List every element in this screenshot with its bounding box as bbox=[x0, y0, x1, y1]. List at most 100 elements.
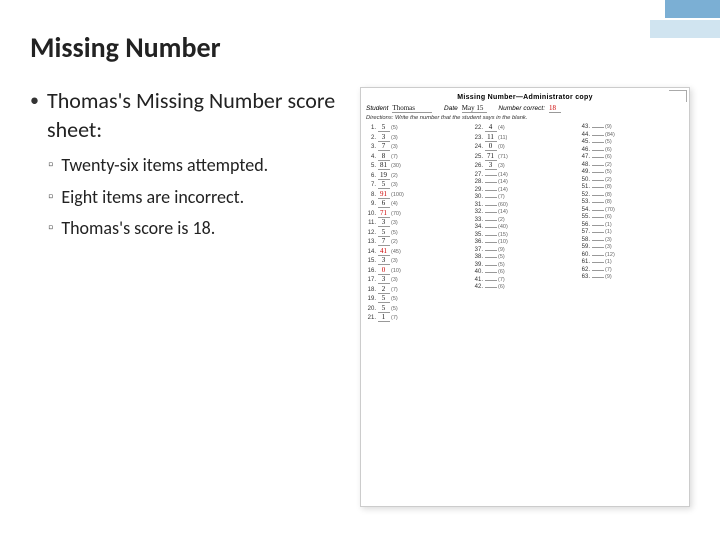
item-number: 39. bbox=[473, 262, 483, 268]
item-row: 26.3(3) bbox=[473, 162, 577, 170]
item-possible: (60) bbox=[498, 202, 508, 208]
sub-bullet-marker-1: ▫ bbox=[48, 156, 53, 173]
item-row: 38.(5) bbox=[473, 254, 577, 260]
item-answer bbox=[485, 280, 497, 281]
item-number: 60. bbox=[580, 252, 590, 258]
item-possible: (3) bbox=[605, 237, 612, 243]
item-answer: 5 bbox=[378, 305, 390, 313]
item-answer: 7 bbox=[378, 143, 390, 151]
sub-bullet-1: ▫ Twenty-six items attempted. bbox=[48, 154, 340, 177]
item-possible: (6) bbox=[498, 269, 505, 275]
item-number: 10. bbox=[366, 211, 376, 217]
items-grid: 1.5(5)2.3(3)3.7(3)4.8(7)5.81(30)6.19(2)7… bbox=[366, 124, 684, 322]
item-number: 5. bbox=[366, 163, 376, 169]
item-number: 54. bbox=[580, 207, 590, 213]
item-row: 40.(6) bbox=[473, 269, 577, 275]
item-possible: (7) bbox=[498, 194, 505, 200]
item-possible: (5) bbox=[498, 254, 505, 260]
item-answer: 4 bbox=[485, 124, 497, 132]
item-row: 1.5(5) bbox=[366, 124, 470, 132]
item-row: 19.5(5) bbox=[366, 295, 470, 303]
item-number: 1. bbox=[366, 125, 376, 131]
item-number: 51. bbox=[580, 184, 590, 190]
item-number: 59. bbox=[580, 244, 590, 250]
item-answer bbox=[592, 217, 604, 218]
item-number: 29. bbox=[473, 187, 483, 193]
item-possible: (7) bbox=[498, 277, 505, 283]
item-number: 62. bbox=[580, 267, 590, 273]
item-number: 45. bbox=[580, 139, 590, 145]
item-number: 15. bbox=[366, 258, 376, 264]
item-row: 5.81(30) bbox=[366, 162, 470, 170]
item-row: 58. (3) bbox=[580, 237, 684, 243]
item-row: 23.11(11) bbox=[473, 134, 577, 142]
item-possible: (2) bbox=[391, 239, 398, 245]
item-number: 31. bbox=[473, 202, 483, 208]
item-row: 2.3(3) bbox=[366, 134, 470, 142]
item-possible: (6) bbox=[605, 154, 612, 160]
item-row: 21.1(7) bbox=[366, 314, 470, 322]
item-possible: (14) bbox=[498, 209, 508, 215]
item-number: 21. bbox=[366, 315, 376, 321]
sub-bullet-text-2: Eight items are incorrect. bbox=[61, 186, 244, 209]
item-number: 34. bbox=[473, 224, 483, 230]
number-correct-value: 18 bbox=[549, 104, 561, 113]
item-row: 63.(9) bbox=[580, 274, 684, 280]
item-answer bbox=[485, 190, 497, 191]
item-number: 12. bbox=[366, 230, 376, 236]
item-possible: (12) bbox=[605, 252, 615, 258]
item-number: 57. bbox=[580, 229, 590, 235]
item-possible: (9) bbox=[605, 124, 612, 130]
content-area: • Thomas's Missing Number score sheet: ▫… bbox=[30, 87, 690, 507]
item-row: 53.(8) bbox=[580, 199, 684, 205]
item-possible: (0) bbox=[498, 144, 505, 150]
item-answer: 0 bbox=[378, 267, 390, 275]
item-answer bbox=[485, 250, 497, 251]
item-row: 9.6(4) bbox=[366, 200, 470, 208]
page-title: Missing Number bbox=[30, 30, 690, 65]
item-answer bbox=[592, 165, 604, 166]
bullet-dot: • bbox=[30, 89, 39, 111]
item-number: 46. bbox=[580, 147, 590, 153]
item-row: 48.(2) bbox=[580, 162, 684, 168]
item-answer bbox=[592, 142, 604, 143]
item-row: 59.(3) bbox=[580, 244, 684, 250]
items-col-2: 22.4(4)23.11(11)24.0(0)25.71(71)26.3(3)2… bbox=[473, 124, 577, 322]
sub-bullet-text-1: Twenty-six items attempted. bbox=[61, 154, 268, 177]
item-possible: (5) bbox=[605, 139, 612, 145]
item-answer bbox=[485, 287, 497, 288]
item-possible: (8) bbox=[605, 192, 612, 198]
item-row: 11.3(3) bbox=[366, 219, 470, 227]
item-row: 35.(15) bbox=[473, 232, 577, 238]
item-possible: (100) bbox=[391, 192, 404, 198]
item-possible: (2) bbox=[498, 217, 505, 223]
item-answer bbox=[485, 265, 497, 266]
item-number: 2. bbox=[366, 135, 376, 141]
item-row: 14.41(45) bbox=[366, 248, 470, 256]
student-label: Student bbox=[366, 105, 388, 112]
sub-bullets: ▫ Twenty-six items attempted. ▫ Eight it… bbox=[48, 154, 340, 240]
item-answer bbox=[592, 247, 604, 248]
item-answer: 5 bbox=[378, 229, 390, 237]
item-row: 17.3(3) bbox=[366, 276, 470, 284]
item-answer: 71 bbox=[485, 153, 497, 161]
item-number: 18. bbox=[366, 287, 376, 293]
item-possible: (70) bbox=[605, 207, 615, 213]
corner-accent bbox=[640, 0, 720, 60]
item-answer bbox=[592, 172, 604, 173]
item-number: 58. bbox=[580, 237, 590, 243]
item-row: 44.(84) bbox=[580, 132, 684, 138]
item-answer bbox=[592, 277, 604, 278]
item-number: 37. bbox=[473, 247, 483, 253]
item-possible: (7) bbox=[605, 267, 612, 273]
item-number: 48. bbox=[580, 162, 590, 168]
item-answer bbox=[485, 227, 497, 228]
item-row: 8.91(100) bbox=[366, 191, 470, 199]
item-possible: (7) bbox=[391, 315, 398, 321]
item-row: 33.(2) bbox=[473, 217, 577, 223]
item-answer bbox=[485, 220, 497, 221]
item-answer bbox=[592, 225, 604, 226]
item-possible: (11) bbox=[498, 135, 507, 141]
sheet-header: Student Thomas Date May 15 Number correc… bbox=[366, 104, 684, 113]
item-number: 14. bbox=[366, 249, 376, 255]
